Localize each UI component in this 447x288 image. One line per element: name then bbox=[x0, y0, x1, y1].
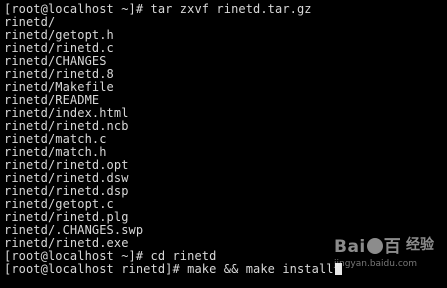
baidu-logo-text: Bai bbox=[334, 237, 366, 257]
baidu-logo-char: 百 bbox=[383, 237, 402, 257]
jingyan-brand: 经验 bbox=[406, 237, 434, 253]
terminal-output: [root@localhost ~]# tar zxvf rinetd.tar.… bbox=[4, 3, 342, 276]
paw-icon bbox=[366, 238, 383, 254]
baidu-logo: Bai 百 bbox=[334, 232, 401, 257]
current-command: [root@localhost rinetd]# make && make in… bbox=[4, 262, 334, 276]
terminal-prompt-line[interactable]: [root@localhost rinetd]# make && make in… bbox=[4, 263, 342, 276]
baidu-jingyan-watermark: Bai 百 经验 jingyan.baidu.com bbox=[330, 232, 445, 286]
watermark-url: jingyan.baidu.com bbox=[334, 259, 418, 269]
terminal-window[interactable]: [root@localhost ~]# tar zxvf rinetd.tar.… bbox=[0, 0, 447, 288]
